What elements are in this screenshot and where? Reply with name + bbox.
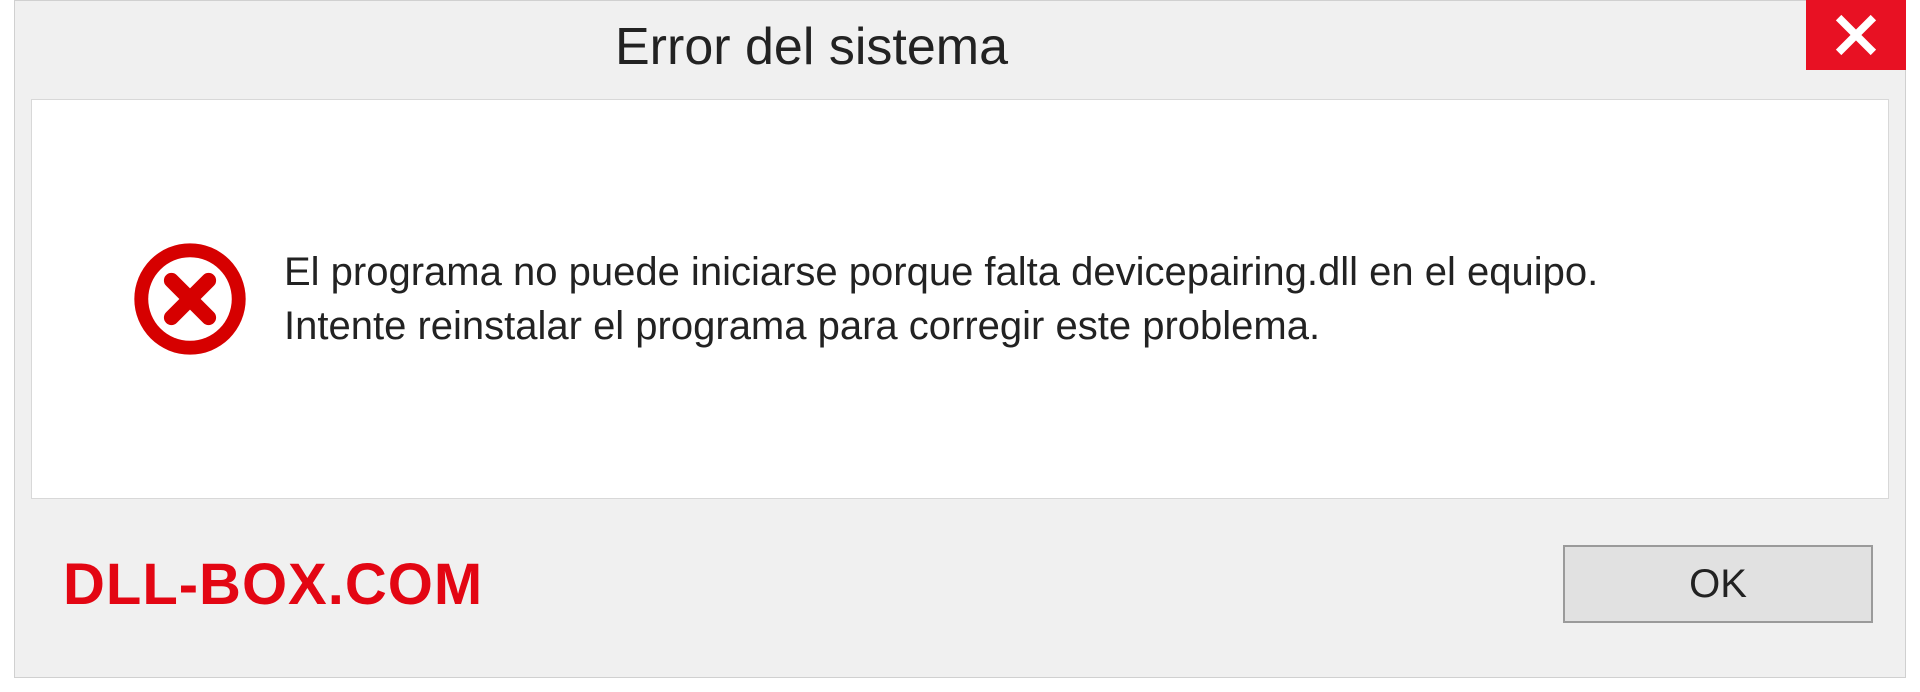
ok-button[interactable]: OK bbox=[1563, 545, 1873, 623]
close-icon bbox=[1834, 13, 1878, 57]
message-block: El programa no puede iniciarse porque fa… bbox=[284, 245, 1598, 353]
content-area: El programa no puede iniciarse porque fa… bbox=[31, 99, 1889, 499]
error-icon bbox=[132, 241, 248, 357]
message-line-2: Intente reinstalar el programa para corr… bbox=[284, 299, 1598, 353]
dialog-footer: DLL-BOX.COM OK bbox=[15, 499, 1905, 669]
titlebar: Error del sistema bbox=[15, 1, 1905, 93]
close-button[interactable] bbox=[1806, 0, 1906, 70]
watermark-text: DLL-BOX.COM bbox=[63, 551, 483, 618]
dialog-title: Error del sistema bbox=[615, 17, 1008, 77]
message-line-1: El programa no puede iniciarse porque fa… bbox=[284, 245, 1598, 299]
error-dialog: Error del sistema El programa no puede i… bbox=[14, 0, 1906, 678]
